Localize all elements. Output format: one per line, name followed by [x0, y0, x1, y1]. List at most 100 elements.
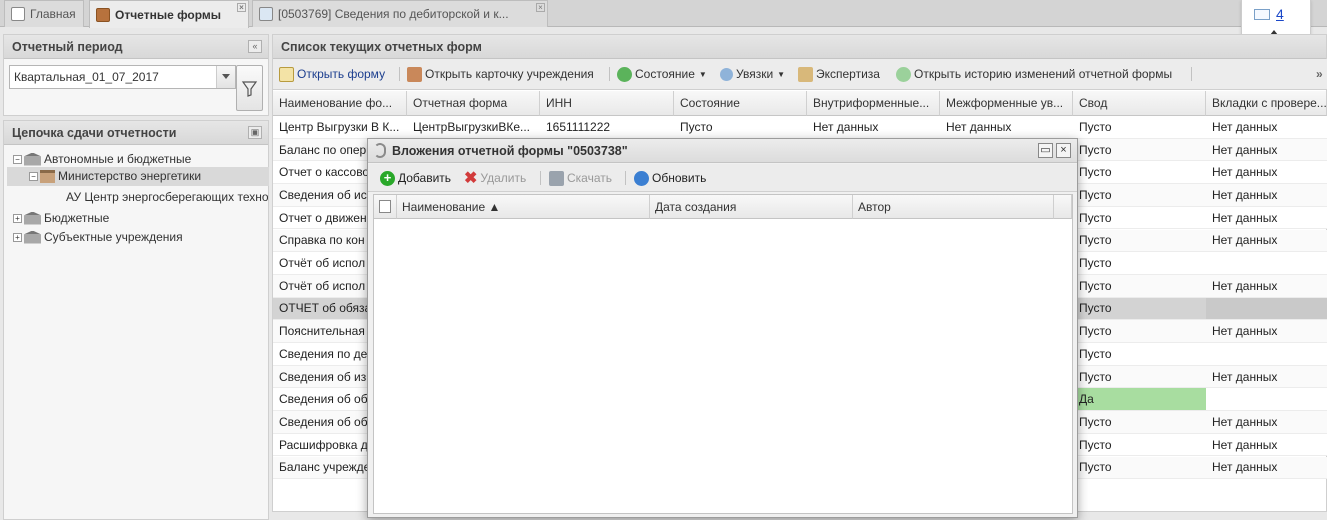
form-icon — [259, 7, 273, 21]
table-cell-intra: Нет данных — [807, 116, 940, 139]
col-created-date[interactable]: Дата создания — [650, 195, 853, 219]
table-cell-svod: Пусто — [1073, 411, 1206, 434]
col-svod[interactable]: Свод — [1073, 91, 1206, 116]
collapse-icon[interactable]: − — [13, 154, 22, 164]
mail-icon — [1254, 9, 1270, 20]
chevron-down-icon[interactable] — [216, 66, 235, 88]
open-form-icon — [279, 66, 294, 82]
table-cell-svod: Пусто — [1073, 275, 1206, 298]
period-select[interactable]: Квартальная_01_07_2017 — [9, 65, 236, 89]
dialog-title: Вложения отчетной формы "0503738" — [368, 139, 1077, 163]
table-cell-inter: Нет данных — [940, 116, 1073, 139]
table-cell-svod: Пусто — [1073, 366, 1206, 389]
tree-node-ministry[interactable]: − Министерство энергетики — [29, 167, 201, 185]
col-intra[interactable]: Внутриформенные... — [807, 91, 940, 116]
plus-icon: + — [380, 170, 395, 186]
open-form-label: Открыть форму — [297, 67, 386, 81]
open-card-button[interactable]: Открыть карточку учреждения — [407, 63, 594, 85]
tab-home[interactable]: Главная — [4, 0, 84, 27]
table-cell-tabs: Нет данных — [1206, 320, 1327, 343]
state-button[interactable]: Состояние ▼ — [617, 63, 707, 85]
tree-label: Бюджетные — [44, 211, 110, 225]
col-inter[interactable]: Межформенные ув... — [940, 91, 1073, 116]
period-value: Квартальная_01_07_2017 — [14, 70, 159, 84]
tree-node-au-center[interactable]: АУ Центр энергосберегающих технологий — [61, 188, 268, 206]
filter-button[interactable] — [236, 65, 263, 111]
col-name[interactable]: Наименование фо... — [273, 91, 407, 116]
table-cell-svod: Пусто — [1073, 116, 1206, 139]
col-tabs[interactable]: Вкладки с провере... — [1206, 91, 1327, 116]
table-cell-svod: Пусто — [1073, 184, 1206, 207]
close-icon[interactable]: × — [1056, 143, 1071, 158]
tree-label: Министерство энергетики — [58, 169, 202, 183]
tree-node-budget[interactable]: + Бюджетные — [13, 209, 109, 227]
forms-title: Список текущих отчетных форм — [273, 35, 1326, 59]
add-button[interactable]: + Добавить — [380, 167, 451, 189]
table-cell-svod: Пусто — [1073, 298, 1206, 321]
col-attachment-name[interactable]: Наименование ▲ — [397, 195, 650, 219]
table-cell-svod: Пусто — [1073, 320, 1206, 343]
table-cell-svod: Пусто — [1073, 139, 1206, 162]
tree-label: Субъектные учреждения — [44, 230, 183, 244]
links-button[interactable]: Увязки ▼ — [720, 63, 785, 85]
maximize-icon[interactable]: ▭ — [1038, 143, 1053, 158]
table-cell-tabs — [1206, 297, 1327, 321]
select-all-checkbox[interactable] — [374, 195, 397, 219]
mail-count[interactable]: 4 — [1276, 6, 1284, 22]
links-label: Увязки — [736, 67, 774, 81]
download-label: Скачать — [567, 171, 612, 185]
expand-icon[interactable]: + — [13, 213, 22, 223]
tree-label: АУ Центр энергосберегающих технологий — [66, 190, 268, 204]
table-cell-tabs: Нет данных — [1206, 139, 1327, 162]
tree-node-autonomous[interactable]: − Автономные и бюджетные — [13, 150, 191, 168]
home-icon — [11, 7, 25, 21]
open-form-button[interactable]: Открыть форму — [279, 63, 385, 85]
collapse-icon[interactable]: − — [29, 171, 38, 181]
table-cell-tabs: Нет данных — [1206, 116, 1327, 139]
download-button[interactable]: Скачать — [549, 167, 612, 189]
book-icon — [96, 7, 110, 22]
tab-label: [0503769] Сведения по дебиторской и к... — [278, 7, 509, 21]
table-cell-tabs — [1206, 388, 1327, 412]
tab-report-0503769[interactable]: [0503769] Сведения по дебиторской и к...… — [252, 0, 548, 27]
table-cell-tabs: Нет данных — [1206, 366, 1327, 389]
table-cell-tabs: Нет данных — [1206, 207, 1327, 230]
table-cell-tabs: Нет данных — [1206, 457, 1327, 480]
col-spacer — [1054, 195, 1072, 219]
history-button[interactable]: Открыть историю изменений отчетной формы — [896, 63, 1172, 85]
check-circle-icon — [617, 66, 632, 82]
close-icon[interactable]: × — [536, 3, 545, 12]
expand-icon[interactable]: + — [13, 232, 22, 242]
table-cell-tabs: Нет данных — [1206, 411, 1327, 434]
tab-label: Отчетные формы — [115, 7, 222, 22]
refresh-icon — [634, 170, 649, 186]
table-cell-tabs: Нет данных — [1206, 275, 1327, 298]
col-author[interactable]: Автор — [853, 195, 1054, 219]
table-cell-form: ЦентрВыгрузкиВКе... — [407, 116, 540, 139]
tree-node-subjects[interactable]: + Субъектные учреждения — [13, 228, 183, 246]
table-cell-svod: Пусто — [1073, 207, 1206, 230]
toolbar-separator — [625, 171, 626, 185]
open-card-label: Открыть карточку учреждения — [425, 67, 594, 81]
chevron-down-icon: ▼ — [777, 69, 786, 79]
checkbox-icon — [379, 200, 391, 213]
period-title: Отчетный период — [4, 35, 268, 59]
chevron-down-icon: ▼ — [698, 69, 707, 79]
delete-button[interactable]: ✖ Удалить — [464, 167, 526, 189]
col-state[interactable]: Состояние — [674, 91, 807, 116]
more-icon[interactable]: » — [1316, 63, 1323, 85]
table-cell-tabs: Нет данных — [1206, 184, 1327, 207]
collapse-left-icon[interactable]: « — [248, 40, 262, 53]
tab-report-forms[interactable]: Отчетные формы × — [89, 0, 249, 28]
close-icon[interactable]: × — [237, 3, 246, 12]
col-form[interactable]: Отчетная форма — [407, 91, 540, 116]
delete-icon: ✖ — [464, 170, 478, 187]
refresh-button[interactable]: Обновить — [634, 167, 706, 189]
expertise-button[interactable]: Экспертиза — [798, 63, 880, 85]
expertise-label: Экспертиза — [816, 67, 880, 81]
col-inn[interactable]: ИНН — [540, 91, 674, 116]
table-cell-tabs: Нет данных — [1206, 230, 1327, 253]
lock-icon[interactable]: ▣ — [248, 126, 262, 139]
table-cell-svod: Да — [1073, 388, 1206, 412]
table-cell-name: Центр Выгрузки В К... — [273, 116, 407, 139]
